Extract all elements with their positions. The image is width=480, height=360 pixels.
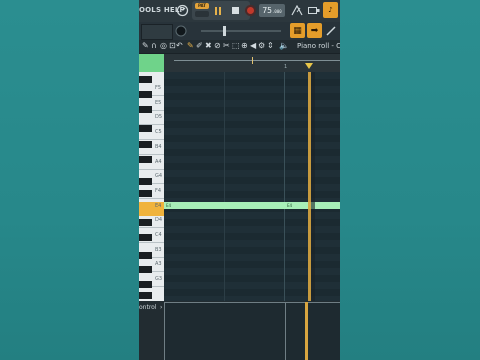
mute-tool-icon[interactable]: ⊘ [214, 41, 221, 50]
pattern-mode-badge[interactable]: PAT [195, 3, 209, 9]
note-label: E4 [287, 203, 293, 208]
pattern-selector[interactable] [141, 24, 173, 40]
white-key-divider [139, 153, 164, 155]
black-key[interactable] [139, 219, 152, 226]
timeline-line [174, 60, 340, 61]
master-volume-knob-icon[interactable] [174, 24, 188, 38]
chevron-right-icon[interactable]: › [160, 304, 162, 311]
keyboard-top-selector[interactable] [139, 54, 164, 72]
scroll-tool-icon[interactable]: ⇕ [267, 41, 274, 50]
playhead-shadow [311, 72, 315, 301]
backdrop-right [340, 0, 480, 360]
event-lane-right[interactable] [285, 302, 340, 360]
playlist-view-icon[interactable]: ▦ [290, 23, 305, 38]
key-label: D5 [155, 114, 163, 121]
song-mode-toggle[interactable] [195, 11, 209, 17]
playhead-line[interactable] [308, 72, 311, 301]
event-lane-left[interactable] [164, 302, 286, 360]
key-label: C5 [155, 129, 162, 136]
black-key[interactable] [139, 266, 152, 273]
loop-marker[interactable] [252, 57, 253, 64]
grid-beat-line [224, 72, 225, 301]
black-key[interactable] [139, 156, 152, 163]
playback-tool-icon[interactable]: ◀ [250, 41, 256, 50]
black-key[interactable] [139, 125, 152, 132]
master-pitch-slider-handle[interactable] [223, 26, 226, 36]
paint-tool-icon[interactable]: ✐ [196, 41, 203, 50]
white-key-divider [139, 197, 164, 199]
key-label: F4 [155, 187, 162, 194]
white-key-divider [139, 242, 164, 243]
tempo-display[interactable]: 75.000 [259, 4, 285, 17]
key-label: A3 [155, 261, 162, 268]
key-label: C4 [155, 232, 162, 238]
play-cursor-icon[interactable]: ↶ [176, 41, 183, 50]
black-key[interactable] [139, 190, 152, 197]
black-key[interactable] [139, 76, 152, 83]
magnet-icon[interactable]: ∩ [151, 41, 157, 50]
black-key[interactable] [139, 281, 152, 288]
black-key[interactable] [139, 106, 152, 113]
backdrop-left [0, 0, 139, 360]
fl-studio-window: OOLS HELP PAT 75.000 ♪ ▦ ➡ ✎ ∩ ◎ ⊡ ↶ ✎ ✐… [139, 0, 340, 360]
key-label: F5 [155, 85, 162, 91]
slice-tool-icon[interactable]: ✂ [223, 41, 230, 50]
pause-icon[interactable] [212, 4, 225, 17]
piano-roll-title: Piano roll - Cl [297, 42, 340, 50]
grid-bar-line [284, 72, 285, 301]
wait-for-input-icon[interactable] [307, 4, 320, 16]
settings-tool-icon[interactable]: ⚙ [258, 41, 265, 50]
select-tool-icon[interactable]: ⬚ [232, 41, 240, 50]
stop-icon[interactable] [229, 4, 242, 17]
white-key-divider [139, 168, 164, 170]
black-key[interactable] [139, 252, 152, 259]
black-key[interactable] [139, 292, 152, 299]
metronome-icon[interactable] [290, 3, 304, 17]
speaker-icon[interactable]: 🔈 [279, 41, 289, 50]
playhead-marker-icon[interactable] [305, 63, 313, 69]
master-pitch-slider-track[interactable] [201, 30, 281, 32]
draw-tool-icon[interactable]: ✎ [187, 41, 194, 50]
black-key[interactable] [139, 234, 152, 241]
typing-keyboard-icon[interactable]: ♪ [323, 2, 338, 18]
bar-number: 1 [284, 64, 288, 70]
record-icon[interactable] [247, 7, 254, 14]
black-key[interactable] [139, 141, 152, 148]
black-key[interactable] [139, 178, 152, 185]
tempo-value: 75 [262, 6, 272, 15]
timeline-ruler[interactable] [164, 54, 340, 72]
cpu-gauge-icon[interactable] [175, 3, 189, 17]
white-key-divider [139, 139, 164, 141]
wand-icon[interactable] [324, 23, 339, 38]
piano-roll-menu-icon[interactable]: ✎ [142, 41, 149, 50]
white-key-divider [139, 227, 164, 229]
black-key[interactable] [139, 91, 152, 98]
control-selector[interactable]: ontrol [139, 304, 157, 311]
snap-icon[interactable]: ⊡ [169, 41, 176, 50]
key-label: E5 [155, 99, 162, 106]
key-label: A4 [155, 158, 162, 165]
tempo-fraction: .000 [272, 9, 282, 14]
key-label: B4 [155, 143, 162, 150]
note-grid[interactable]: E4 E4 [164, 72, 340, 301]
arrow-right-icon[interactable]: ➡ [307, 23, 322, 38]
delete-tool-icon[interactable]: ✖ [205, 41, 212, 50]
key-label: D4 [155, 217, 163, 224]
key-label: G4 [155, 173, 163, 180]
key-label: E4 [155, 202, 162, 209]
transport-panel: PAT [192, 1, 250, 20]
stamp-icon[interactable]: ◎ [160, 41, 167, 50]
event-playhead [305, 302, 308, 360]
key-label: B3 [155, 246, 162, 253]
zoom-tool-icon[interactable]: ⊕ [241, 41, 248, 50]
note-label: E4 [166, 203, 172, 208]
key-label: G3 [155, 276, 163, 283]
